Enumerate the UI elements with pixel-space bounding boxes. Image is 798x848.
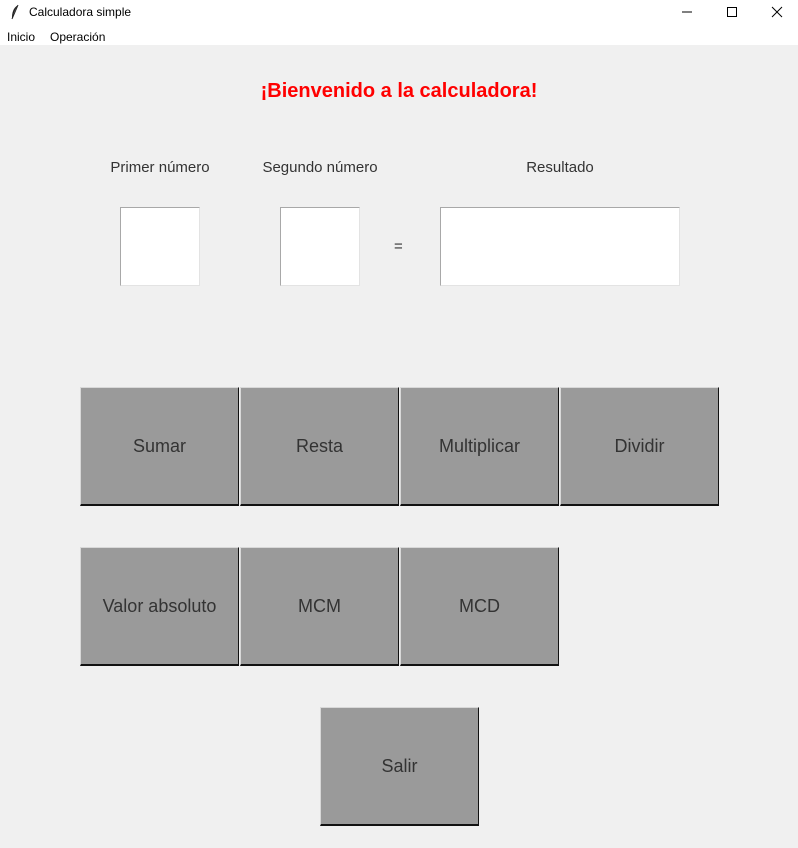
second-number-input[interactable] [280,207,360,286]
resta-button[interactable]: Resta [240,387,399,506]
welcome-heading: ¡Bienvenido a la calculadora! [260,80,538,102]
salir-button[interactable]: Salir [320,707,479,826]
feather-icon [10,4,20,20]
first-number-input[interactable] [120,207,200,286]
close-icon [771,6,783,18]
close-button[interactable] [754,0,798,24]
window-title: Calculadora simple [29,5,132,19]
menu-bar: Inicio Operación [0,24,798,45]
maximize-icon [727,7,737,17]
multiplicar-button[interactable]: Multiplicar [400,387,559,506]
title-bar: Calculadora simple [0,0,798,24]
equals-sign: = [394,238,403,255]
dividir-button[interactable]: Dividir [560,387,719,506]
maximize-button[interactable] [709,0,755,24]
mcd-button[interactable]: MCD [400,547,559,666]
result-field[interactable] [440,207,680,286]
result-label: Resultado [526,159,594,176]
mcm-button[interactable]: MCM [240,547,399,666]
menu-operacion[interactable]: Operación [50,30,105,44]
sumar-button[interactable]: Sumar [80,387,239,506]
minimize-button[interactable] [664,0,710,24]
second-number-label: Segundo número [262,159,378,176]
menu-inicio[interactable]: Inicio [7,30,35,44]
valor-absoluto-button[interactable]: Valor absoluto [80,547,239,666]
minimize-icon [682,11,692,13]
first-number-label: Primer número [110,159,210,176]
